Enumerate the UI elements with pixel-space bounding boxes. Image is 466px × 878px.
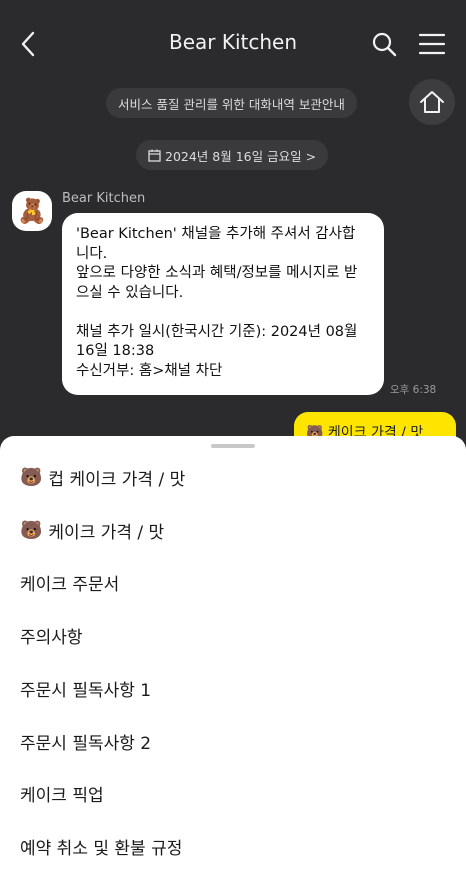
menu-item-label: 케이크 주문서: [20, 574, 120, 595]
menu-item-label: 케이크 가격 / 맛: [48, 522, 165, 543]
menu-item-refund-policy[interactable]: 예약 취소 및 환불 규정: [20, 826, 182, 866]
message-line: 앞으로 다양한 소식과 혜택/정보를 메시지로 받: [76, 265, 358, 281]
message-line: 채널 추가 일시(한국시간 기준): 2024년 08월: [76, 323, 358, 340]
date-divider-text: 2024년 8월 16일 금요일 >: [165, 148, 317, 164]
storage-notice-text: 서비스 품질 관리를 위한 대화내역 보관안내: [118, 96, 345, 112]
message-line: 'Bear Kitchen' 채널을 추가해 주셔서 감사합: [76, 226, 356, 242]
sender-name: Bear Kitchen: [62, 191, 146, 206]
sheet-drag-handle[interactable]: [211, 444, 255, 448]
header: Bear Kitchen: [0, 0, 466, 88]
quick-menu-sheet: 🐻 컵 케이크 가격 / 맛 🐻 케이크 가격 / 맛 케이크 주문서 주의사항…: [0, 436, 466, 878]
message-line: 16일 18:38: [76, 343, 155, 359]
hamburger-menu-icon: [418, 33, 446, 55]
bear-face-icon: 🐻: [20, 466, 43, 488]
avatar[interactable]: 🧸: [12, 191, 52, 231]
menu-item-cake-order-form[interactable]: 케이크 주문서: [20, 562, 119, 602]
message-bubble[interactable]: 'Bear Kitchen' 채널을 추가해 주셔서 감사합 니다. 앞으로 다…: [62, 213, 384, 395]
search-icon: [372, 32, 397, 57]
message-line: 니다.: [76, 245, 108, 262]
calendar-icon: [148, 149, 161, 162]
message-line: 수신거부: 홈>채널 차단: [76, 362, 223, 379]
menu-item-label: 예약 취소 및 환불 규정: [20, 838, 183, 859]
message-line: 으실 수 있습니다.: [76, 284, 184, 301]
message-time: 오후 6:38: [390, 384, 437, 396]
channel-home-button[interactable]: [409, 79, 455, 125]
menu-item-order-notes-2[interactable]: 주문시 필독사항 2: [20, 721, 151, 761]
storage-notice[interactable]: 서비스 품질 관리를 위한 대화내역 보관안내: [106, 88, 357, 118]
menu-item-label: 컵 케이크 가격 / 맛: [48, 469, 186, 490]
teddy-bear-icon: 🧸: [17, 197, 47, 225]
menu-item-label: 주의사항: [20, 627, 83, 648]
menu-item-label: 주문시 필독사항 1: [20, 680, 152, 701]
menu-item-order-notes-1[interactable]: 주문시 필독사항 1: [20, 668, 151, 708]
home-icon: [420, 91, 444, 113]
date-divider[interactable]: 2024년 8월 16일 금요일 >: [136, 140, 329, 170]
menu-item-precautions[interactable]: 주의사항: [20, 615, 83, 655]
menu-item-cake-price[interactable]: 🐻 케이크 가격 / 맛: [20, 510, 164, 550]
menu-item-cake-pickup[interactable]: 케이크 픽업: [20, 773, 104, 813]
menu-item-cupcake-price[interactable]: 🐻 컵 케이크 가격 / 맛: [20, 457, 185, 497]
menu-item-label: 주문시 필독사항 2: [20, 733, 152, 754]
search-button[interactable]: [370, 30, 398, 58]
menu-item-label: 케이크 픽업: [20, 785, 104, 806]
menu-button[interactable]: [418, 30, 446, 58]
bear-face-icon: 🐻: [20, 519, 43, 541]
